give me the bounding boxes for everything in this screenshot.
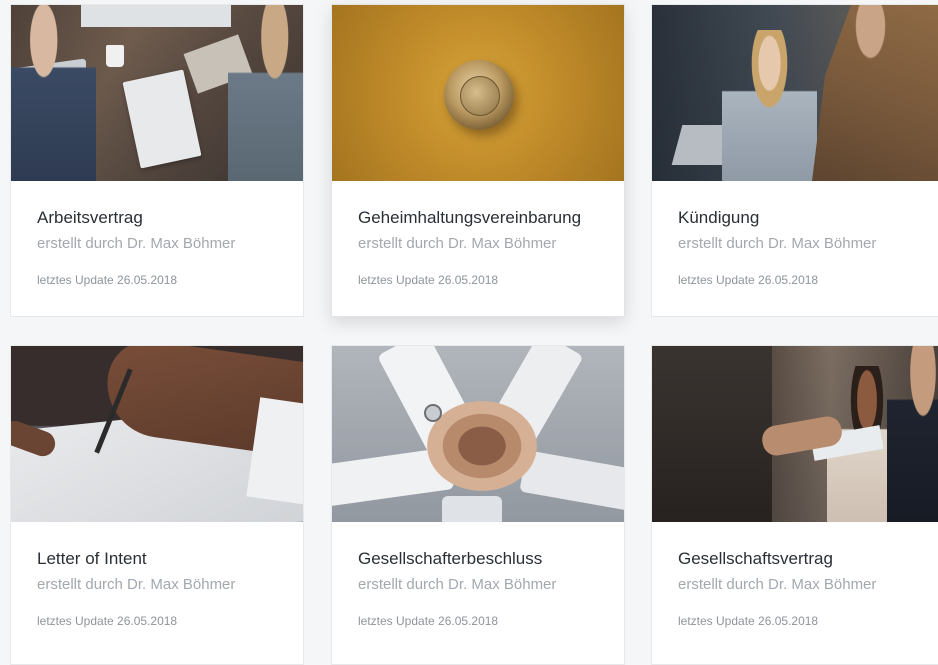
card-author: erstellt durch Dr. Max Böhmer xyxy=(678,235,877,252)
card-title: Kündigung xyxy=(678,208,760,227)
card-image-stacked-hands xyxy=(332,346,624,522)
card-updated: letztes Update 26.05.2018 xyxy=(358,614,499,628)
card-image-hand-writing xyxy=(11,346,303,522)
card-author: erstellt durch Dr. Max Böhmer xyxy=(678,576,877,593)
template-card-geheimhaltungsvereinbarung[interactable]: Geheimhaltungsvereinbarung erstellt durc… xyxy=(331,4,625,317)
card-title: Gesellschaftsvertrag xyxy=(678,549,833,568)
card-title: Geheimhaltungsvereinbarung xyxy=(358,208,582,227)
card-author: erstellt durch Dr. Max Böhmer xyxy=(37,576,236,593)
template-grid: Arbeitsvertrag erstellt durch Dr. Max Bö… xyxy=(0,0,938,665)
card-image-meeting xyxy=(652,5,938,181)
card-title: Gesellschafterbeschluss xyxy=(358,549,543,568)
card-updated: letztes Update 26.05.2018 xyxy=(678,273,819,287)
template-card-letter-of-intent[interactable]: Letter of Intent erstellt durch Dr. Max … xyxy=(10,345,304,665)
card-updated: letztes Update 26.05.2018 xyxy=(37,614,178,628)
card-title: Arbeitsvertrag xyxy=(37,208,143,227)
card-image-safe-dial xyxy=(332,5,624,181)
card-updated: letztes Update 26.05.2018 xyxy=(358,273,499,287)
card-title: Letter of Intent xyxy=(37,549,147,568)
card-updated: letztes Update 26.05.2018 xyxy=(678,614,819,628)
template-card-gesellschaftsvertrag[interactable]: Gesellschaftsvertrag erstellt durch Dr. … xyxy=(651,345,938,665)
template-card-arbeitsvertrag[interactable]: Arbeitsvertrag erstellt durch Dr. Max Bö… xyxy=(10,4,304,317)
card-author: erstellt durch Dr. Max Böhmer xyxy=(37,235,236,252)
card-image-contract-signing xyxy=(11,5,303,181)
card-author: erstellt durch Dr. Max Böhmer xyxy=(358,235,557,252)
template-card-gesellschafterbeschluss[interactable]: Gesellschafterbeschluss erstellt durch D… xyxy=(331,345,625,665)
card-updated: letztes Update 26.05.2018 xyxy=(37,273,178,287)
card-author: erstellt durch Dr. Max Böhmer xyxy=(358,576,557,593)
template-card-kuendigung[interactable]: Kündigung erstellt durch Dr. Max Böhmer … xyxy=(651,4,938,317)
card-image-handshake xyxy=(652,346,938,522)
